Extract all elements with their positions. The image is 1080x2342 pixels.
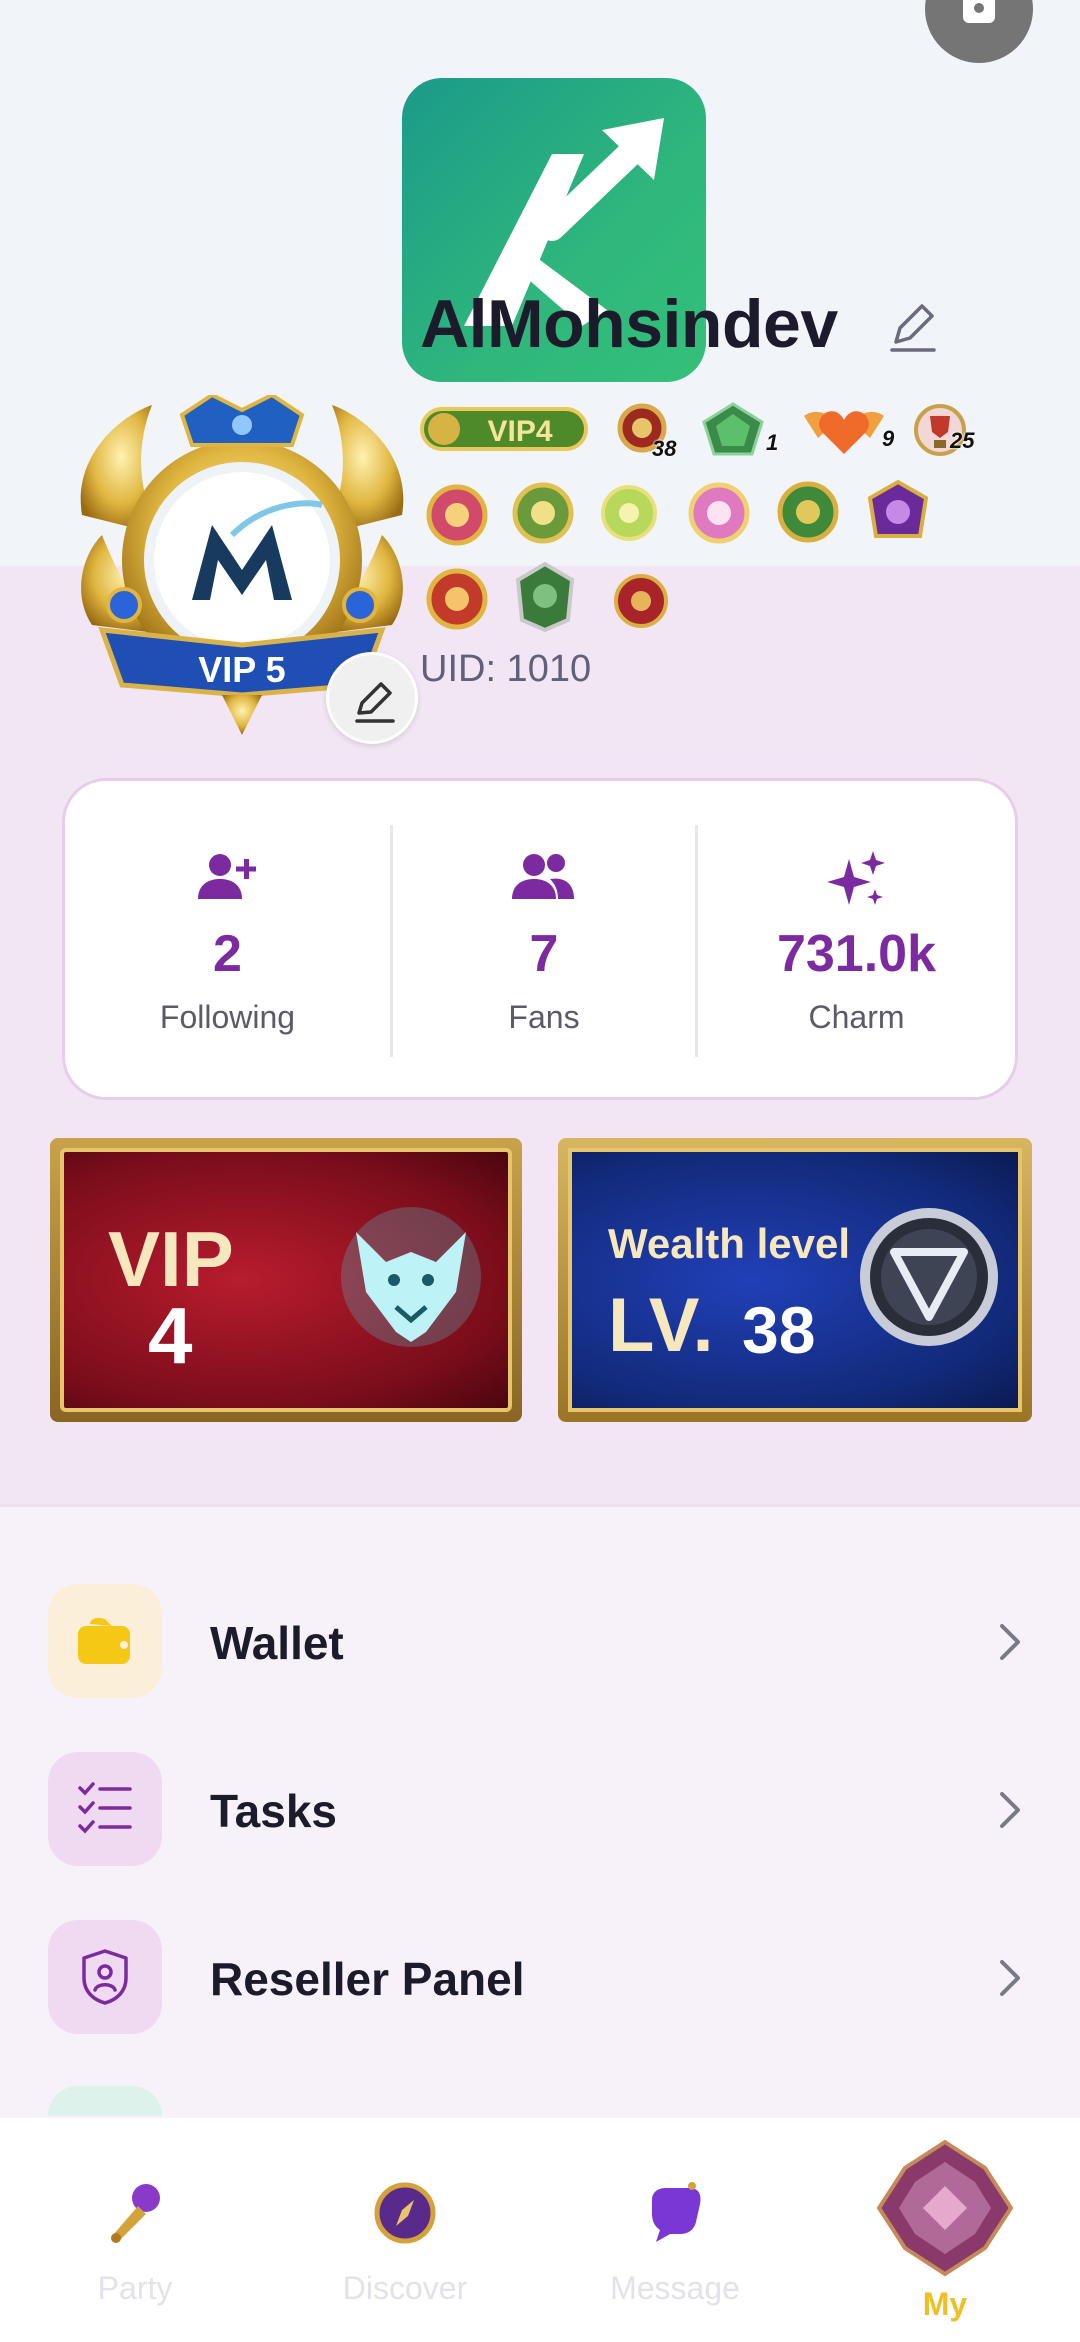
nav-discover-label: Discover (342, 2270, 468, 2306)
lock-icon (963, 0, 995, 23)
nav-message-label: Message (610, 2270, 740, 2306)
section-divider (0, 1504, 1080, 1507)
nav-message[interactable]: Message (540, 2118, 810, 2342)
tasks-icon-box (48, 1752, 162, 1866)
add-user-icon (197, 854, 256, 899)
wealth-level-banner[interactable]: Wealth level LV. 38 (558, 1138, 1032, 1422)
pencil-icon (890, 304, 936, 352)
nav-my[interactable]: My (810, 2118, 1080, 2342)
wealth-level-number: 38 (742, 1293, 816, 1367)
edit-name-button[interactable] (888, 298, 940, 354)
sparkle-icon (826, 851, 885, 905)
fans-stat[interactable]: 7 Fans (393, 781, 695, 1103)
wealth-badge[interactable]: 38 (614, 400, 684, 464)
users-icon (512, 854, 574, 899)
compass-icon (374, 2182, 436, 2244)
wealth-banner-title: Wealth level (608, 1220, 850, 1267)
chevron-right-icon (1000, 1960, 1020, 1996)
following-label: Following (159, 999, 296, 1035)
reseller-panel-label: Reseller Panel (210, 1953, 525, 2005)
nav-party-label: Party (97, 2270, 173, 2306)
menu-item-reseller-panel[interactable]: Reseller Panel (0, 1914, 1080, 2044)
chevron-right-icon (1000, 1624, 1020, 1660)
bottom-nav: Party Discover Message My (0, 2118, 1080, 2342)
microphone-icon (111, 2184, 160, 2243)
tasks-label: Tasks (210, 1785, 338, 1837)
wallet-icon (78, 1617, 130, 1664)
nav-discover[interactable]: Discover (270, 2118, 540, 2342)
avatar-frame-label: VIP 5 (198, 649, 285, 690)
charm-stat[interactable]: 731.0k Charm (698, 781, 1015, 1103)
medal-badge-4[interactable] (684, 478, 754, 553)
vip-banner-level: 4 (148, 1291, 193, 1380)
wallet-icon-box (48, 1584, 162, 1698)
chevron-right-icon (1000, 1792, 1020, 1828)
heart-wings-badge[interactable]: 9 (794, 398, 906, 462)
wealth-badge-number: 38 (652, 436, 677, 461)
following-stat[interactable]: 2 Following (65, 781, 390, 1103)
nav-my-label: My (922, 2286, 968, 2322)
tasks-icon (78, 1782, 132, 1834)
vip4-badge[interactable]: VIP4 (420, 405, 588, 453)
reseller-icon-box (48, 1920, 162, 2034)
charm-count: 731.0k (776, 925, 937, 983)
stats-card: 2 Following 7 Fans 731.0k Charm (62, 778, 1018, 1100)
wolf-icon (341, 1207, 481, 1347)
chat-bubble-icon (652, 2182, 701, 2242)
trophy-badge[interactable]: 25 (910, 400, 988, 464)
medal-badge-7[interactable] (422, 564, 492, 639)
medal-badge-6[interactable] (862, 476, 934, 553)
vip-banner[interactable]: VIP 4 (50, 1138, 522, 1422)
medal-badge-8[interactable] (510, 560, 580, 639)
triangle-emblem-icon (860, 1208, 998, 1346)
menu-item-wallet[interactable]: Wallet (0, 1578, 1080, 1708)
user-id: UID: 1010 (420, 648, 592, 690)
shield-user-icon (82, 1949, 128, 2005)
edit-avatar-button[interactable] (326, 652, 418, 744)
fans-label: Fans (508, 999, 580, 1035)
nav-party[interactable]: Party (0, 2118, 270, 2342)
profile-emblem-icon (876, 2139, 1014, 2277)
wallet-label: Wallet (210, 1617, 344, 1669)
medal-badge-3[interactable] (596, 480, 662, 551)
wealth-level-prefix: LV. (608, 1283, 714, 1368)
green-gem-badge[interactable]: 1 (700, 400, 780, 464)
pencil-icon (355, 682, 395, 723)
menu-item-tasks[interactable]: Tasks (0, 1746, 1080, 1876)
medal-badge-1[interactable] (422, 480, 492, 555)
medal-badge-2[interactable] (508, 478, 578, 553)
medal-badge-5[interactable] (772, 476, 844, 553)
menu-item-partial[interactable] (48, 2086, 162, 2116)
fans-count: 7 (529, 925, 559, 983)
following-count: 2 (213, 925, 242, 983)
vip4-badge-label: VIP4 (487, 415, 552, 448)
username: AlMohsindev (420, 286, 838, 362)
charm-label: Charm (808, 999, 905, 1035)
heart-wings-badge-number: 9 (882, 426, 895, 451)
trophy-badge-number: 25 (950, 428, 975, 453)
green-gem-badge-number: 1 (766, 430, 779, 455)
medal-badge-9[interactable] (608, 568, 674, 639)
